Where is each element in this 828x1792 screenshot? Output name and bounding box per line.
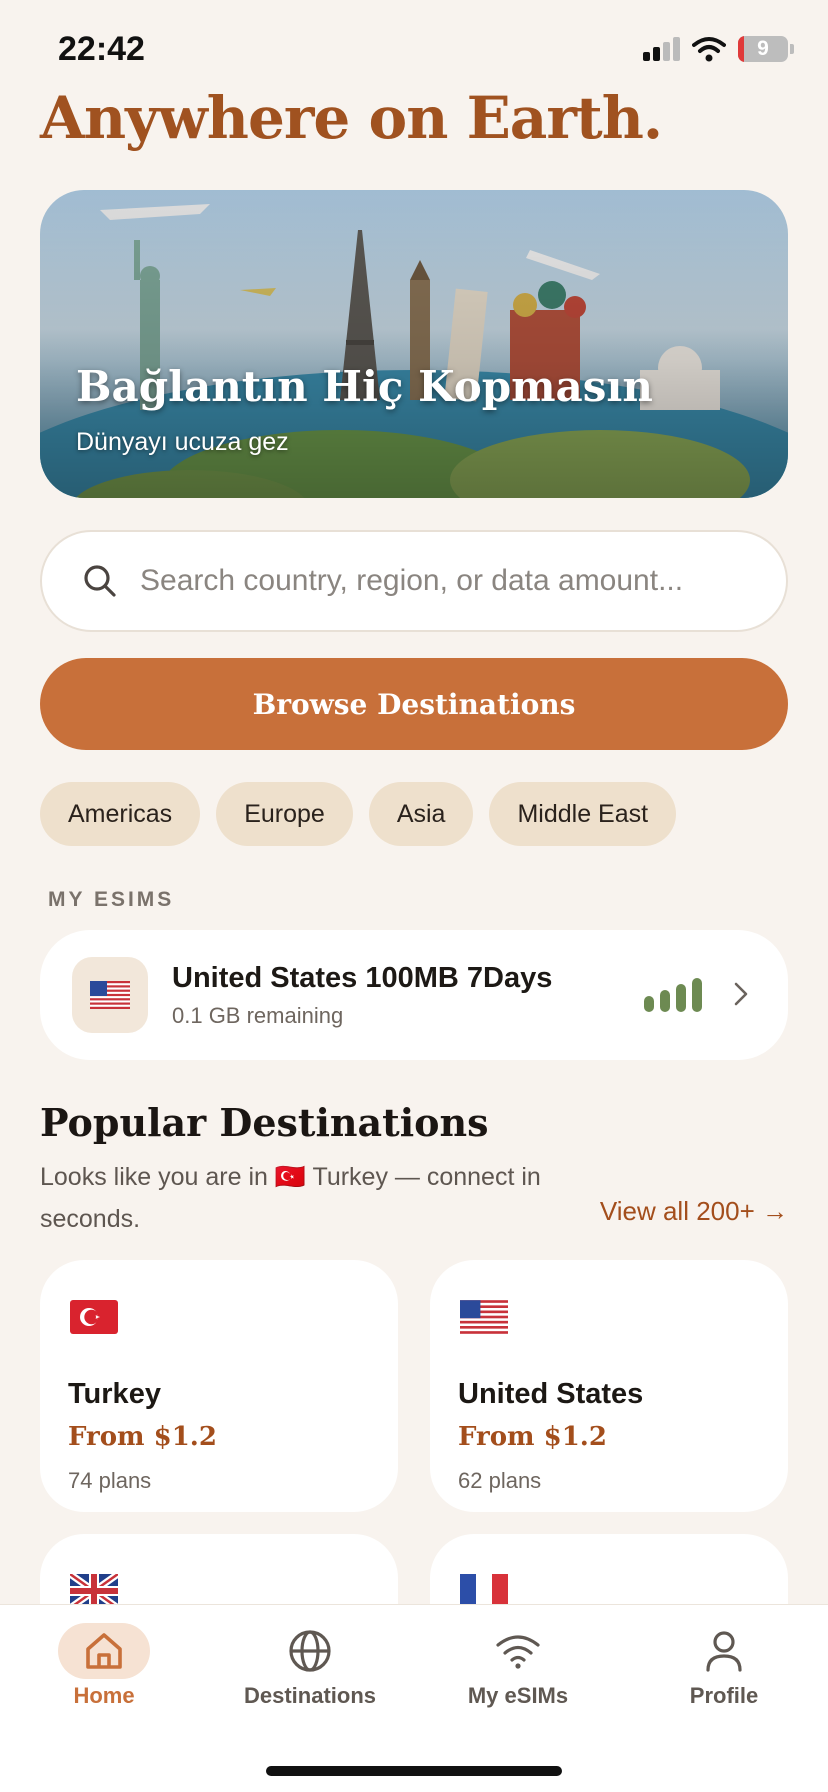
status-bar: 22:42 9 (0, 0, 828, 86)
status-time: 22:42 (58, 30, 145, 68)
wifi-status-icon (692, 37, 726, 62)
view-all-link[interactable]: View all 200+ → (600, 1196, 788, 1227)
tab-label: Home (73, 1683, 135, 1708)
tab-profile[interactable]: Profile (634, 1623, 814, 1723)
chip-middle-east[interactable]: Middle East (489, 782, 677, 846)
battery-tip (790, 44, 794, 54)
destination-price: From $1.2 (68, 1422, 217, 1452)
destination-name: United States (458, 1378, 644, 1410)
destination-card-united-states[interactable]: United States From $1.2 62 plans (430, 1260, 788, 1512)
tab-my-esims[interactable]: My eSIMs (428, 1623, 608, 1723)
tab-label: Destinations (243, 1683, 377, 1708)
chip-europe[interactable]: Europe (216, 782, 353, 846)
bottom-tab-bar: Home Destinations My eSIMs Profile (0, 1604, 828, 1792)
gb-flag-icon (70, 1574, 118, 1608)
destination-plans: 62 plans (458, 1468, 542, 1493)
tab-destinations[interactable]: Destinations (220, 1623, 400, 1723)
esim-text: United States 100MB 7Days 0.1 GB remaini… (172, 962, 552, 1029)
battery-icon: 9 (738, 36, 788, 62)
globe-icon-wrap (264, 1623, 356, 1679)
search-input[interactable] (140, 564, 760, 598)
person-icon-wrap (678, 1623, 770, 1679)
us-flag-icon (460, 1300, 508, 1334)
browse-destinations-button[interactable]: Browse Destinations (40, 658, 788, 750)
signal-strength-icon (644, 978, 702, 1012)
chip-americas[interactable]: Americas (40, 782, 201, 846)
wifi-icon-wrap (472, 1623, 564, 1679)
wifi-icon (496, 1635, 540, 1669)
search-icon (84, 565, 116, 597)
home-icon (86, 1633, 122, 1669)
tr-flag-icon (70, 1300, 118, 1334)
esim-remaining: 0.1 GB remaining (172, 1002, 344, 1028)
esim-card[interactable]: United States 100MB 7Days 0.1 GB remaini… (40, 930, 788, 1060)
destination-plans: 74 plans (68, 1468, 152, 1493)
my-esims-label: MY ESIMS (48, 888, 175, 911)
destination-price: From $1.2 (458, 1422, 607, 1452)
banner-title: Bağlantın Hiç Kopmasın (76, 362, 653, 411)
destination-card-turkey[interactable]: Turkey From $1.2 74 plans (40, 1260, 398, 1512)
home-indicator (266, 1766, 562, 1776)
tab-label: Profile (689, 1683, 759, 1708)
chip-asia[interactable]: Asia (368, 782, 474, 846)
esim-name: United States 100MB 7Days (172, 961, 553, 994)
promo-banner[interactable]: Bağlantın Hiç Kopmasın Dünyayı ucuza gez (40, 190, 788, 498)
hero-title: Anywhere on Earth. (40, 84, 663, 152)
popular-destinations-description: Looks like you are in 🇹🇷 Turkey — connec… (40, 1163, 541, 1233)
battery-level: 9 (757, 37, 769, 60)
status-icons: 9 (643, 36, 794, 62)
banner-subtitle: Dünyayı ucuza gez (76, 428, 289, 456)
destination-name: Turkey (68, 1378, 161, 1410)
tab-home[interactable]: Home (14, 1623, 194, 1723)
chevron-right-icon (734, 982, 748, 1006)
us-flag-icon (72, 957, 148, 1033)
fr-flag-icon (460, 1574, 508, 1608)
search-bar[interactable] (40, 530, 788, 632)
home-icon-wrap (58, 1623, 150, 1679)
person-icon (706, 1631, 742, 1672)
region-chips: Americas Europe Asia Middle East (40, 782, 677, 846)
globe-icon (289, 1630, 331, 1672)
popular-destinations-title: Popular Destinations (40, 1100, 489, 1145)
cellular-signal-icon (643, 37, 680, 61)
tab-label: My eSIMs (467, 1683, 569, 1708)
